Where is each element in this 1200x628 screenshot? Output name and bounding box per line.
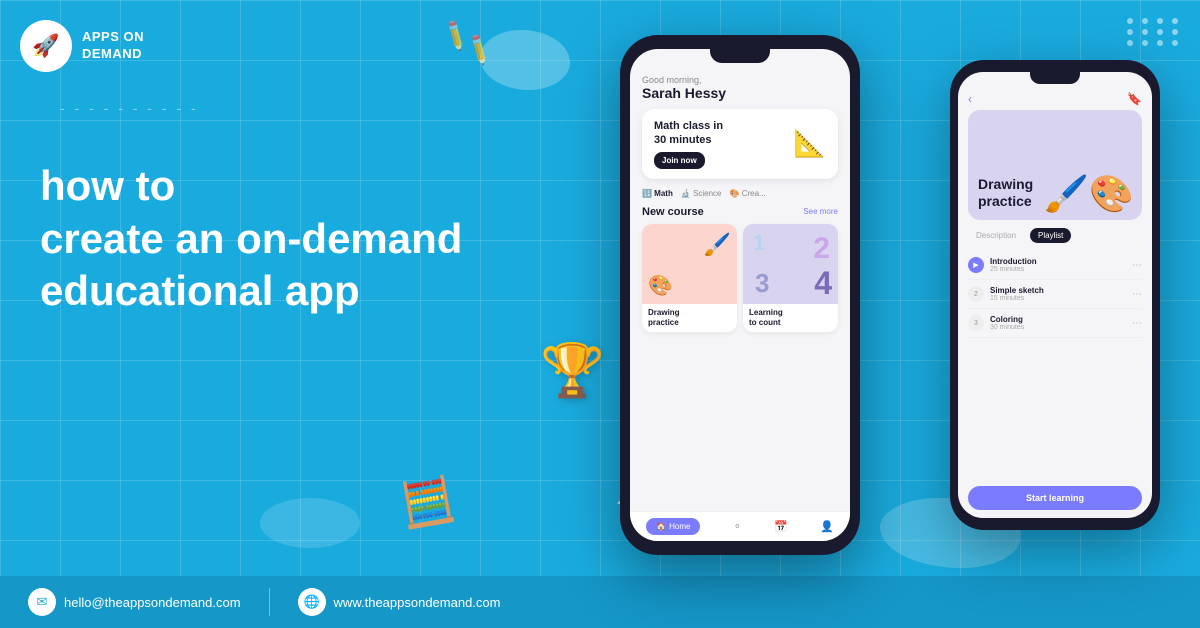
greeting-text: Good morning, (642, 75, 838, 85)
phone-notch (710, 49, 770, 63)
phones-container: Good morning, Sarah Hessy Math class in3… (590, 20, 1170, 576)
website-url: www.theappsondemand.com (334, 595, 501, 610)
course-card-counting[interactable]: 2 1 3 4 Learningto count (743, 224, 838, 333)
profile-nav-icon[interactable]: 👤 (820, 520, 834, 533)
playlist-item-2-info: Simple sketch 15 minutes (990, 286, 1044, 302)
decorative-blob-left (260, 498, 360, 548)
headline-line3: educational app (40, 265, 462, 318)
playlist-item-2-title: Simple sketch (990, 286, 1044, 295)
search-nav-icon[interactable]: ⚬ (733, 520, 742, 533)
course-drawing-image: 🖌️ 🎨 (642, 224, 737, 304)
playlist-tab[interactable]: Playlist (1030, 228, 1071, 243)
phone-secondary-screen: ‹ 🔖 Drawingpractice 🖌️🎨 Description Play… (958, 72, 1152, 518)
home-button[interactable]: 🏠 Home (646, 518, 700, 535)
phone-main: Good morning, Sarah Hessy Math class in3… (620, 35, 860, 555)
category-science[interactable]: 🔬 Science (681, 189, 722, 198)
banner-emoji: 📐 (794, 128, 826, 159)
playlist-item-3[interactable]: 3 Coloring 30 minutes ⋯ (968, 309, 1142, 338)
logo-text: APPS ON DEMAND (82, 29, 144, 63)
number-4: 4 (814, 267, 832, 299)
playlist-item-1-info: Introduction 25 minutes (990, 257, 1037, 273)
playlist-item-1-duration: 25 minutes (990, 266, 1037, 273)
palette-icon: 🎨 (648, 273, 673, 298)
user-name: Sarah Hessy (642, 85, 838, 101)
number-3: 3 (755, 270, 769, 296)
playlist-item-3-left: 3 Coloring 30 minutes (968, 315, 1024, 331)
phone2-tabs: Description Playlist (958, 228, 1152, 243)
rocket-icon: 🚀 (32, 33, 59, 59)
logo-icon: 🚀 (20, 20, 72, 72)
email-icon: ✉ (28, 588, 56, 616)
phone2-notch (1030, 72, 1080, 84)
dot (1172, 29, 1178, 35)
playlist-item-1[interactable]: ▶ Introduction 25 minutes ⋯ (968, 251, 1142, 280)
back-button[interactable]: ‹ (968, 92, 972, 106)
course-counting-label: Learningto count (743, 304, 838, 333)
phone-main-screen: Good morning, Sarah Hessy Math class in3… (630, 49, 850, 541)
playlist-item-3-info: Coloring 30 minutes (990, 315, 1024, 331)
playlist-item-1-left: ▶ Introduction 25 minutes (968, 257, 1037, 273)
course-counting-image: 2 1 3 4 (743, 224, 838, 304)
playlist-item-3-duration: 30 minutes (990, 324, 1024, 331)
footer-website: 🌐 www.theappsondemand.com (270, 588, 529, 616)
banner-card: Math class in30 minutes Join now 📐 (642, 109, 838, 179)
calculator-decoration: 🧮 (396, 472, 459, 533)
course-card-drawing[interactable]: 🖌️ 🎨 Drawingpractice (642, 224, 737, 333)
logo: 🚀 APPS ON DEMAND (20, 20, 144, 72)
phone-bottom-nav: 🏠 Home ⚬ 📅 👤 (630, 511, 850, 541)
dot (1172, 40, 1178, 46)
dot (1172, 18, 1178, 24)
phone2-hero: Drawingpractice 🖌️🎨 (968, 110, 1142, 220)
description-tab[interactable]: Description (968, 228, 1024, 243)
playlist-item-3-title: Coloring (990, 315, 1024, 324)
playlist-item-3-num: 3 (968, 315, 984, 331)
see-more-link[interactable]: See more (803, 207, 838, 216)
phone-secondary: ‹ 🔖 Drawingpractice 🖌️🎨 Description Play… (950, 60, 1160, 530)
banner-title: Math class in30 minutes (654, 119, 723, 148)
playlist-item-1-icon: ⋯ (1132, 260, 1142, 271)
calendar-nav-icon[interactable]: 📅 (774, 520, 788, 533)
footer-bar: ✉ hello@theappsondemand.com 🌐 www.theapp… (0, 576, 1200, 628)
playlist-item-3-icon: ⋯ (1132, 318, 1142, 329)
headline: how to create an on-demand educational a… (40, 160, 462, 318)
headline-line1: how to (40, 160, 462, 213)
playlist-item-1-title: Introduction (990, 257, 1037, 266)
brush-icon: 🖌️ (704, 232, 731, 258)
phone-content: Good morning, Sarah Hessy Math class in3… (630, 69, 850, 511)
playlist-item-2-left: 2 Simple sketch 15 minutes (968, 286, 1044, 302)
course-cards: 🖌️ 🎨 Drawingpractice 2 1 3 4 Learningto … (642, 224, 838, 333)
phone2-course-title: Drawingpractice (978, 176, 1033, 210)
globe-icon: 🌐 (298, 588, 326, 616)
course-drawing-label: Drawingpractice (642, 304, 737, 333)
phone2-header: ‹ 🔖 (958, 88, 1152, 110)
email-address: hello@theappsondemand.com (64, 595, 241, 610)
start-learning-button[interactable]: Start learning (968, 486, 1142, 510)
number-1: 1 (753, 232, 765, 254)
pencil-decoration: ✏️✏️ (437, 18, 497, 68)
playlist-item-2-icon: ⋯ (1132, 289, 1142, 300)
playlist-item-2-duration: 15 minutes (990, 295, 1044, 302)
home-label: Home (669, 522, 690, 531)
bookmark-icon[interactable]: 🔖 (1127, 92, 1142, 106)
number-2: 2 (813, 234, 830, 264)
section-header: New course See more (642, 206, 838, 218)
headline-line2: create an on-demand (40, 213, 462, 266)
join-now-button[interactable]: Join now (654, 152, 705, 169)
category-math[interactable]: 🔢 Math (642, 189, 673, 198)
category-tabs: 🔢 Math 🔬 Science 🎨 Crea... (642, 189, 838, 198)
playlist-item-2[interactable]: 2 Simple sketch 15 minutes ⋯ (968, 280, 1142, 309)
phone2-hero-image: 🖌️🎨 (1044, 173, 1134, 215)
footer-email: ✉ hello@theappsondemand.com (0, 588, 269, 616)
category-creative[interactable]: 🎨 Crea... (730, 189, 766, 198)
decorative-dashes: - - - - - - - - - - (60, 100, 199, 116)
playlist-item-1-num: ▶ (968, 257, 984, 273)
decorative-blob-top (480, 30, 570, 90)
section-title: New course (642, 206, 704, 218)
banner-content: Math class in30 minutes Join now (654, 119, 723, 169)
playlist: ▶ Introduction 25 minutes ⋯ 2 Simple ske… (958, 251, 1152, 478)
home-icon: 🏠 (656, 522, 666, 531)
playlist-item-2-num: 2 (968, 286, 984, 302)
